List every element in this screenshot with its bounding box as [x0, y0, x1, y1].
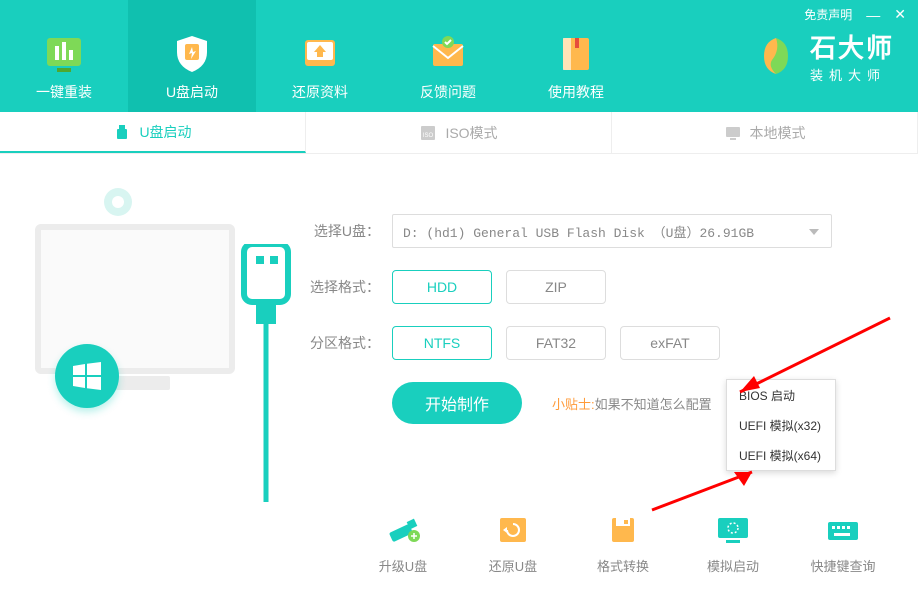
nav-feedback[interactable]: 反馈问题 [384, 0, 512, 112]
shield-icon [171, 32, 213, 74]
subtab-usb-boot[interactable]: U盘启动 [0, 112, 306, 153]
envelope-icon [427, 32, 469, 74]
subtab-iso[interactable]: ISO ISO模式 [306, 112, 612, 153]
start-button[interactable]: 开始制作 [392, 382, 522, 424]
simulate-popup: BIOS 启动 UEFI 模拟(x32) UEFI 模拟(x64) [726, 379, 836, 471]
disclaimer-link[interactable]: 免责声明 [804, 6, 852, 23]
popup-uefi-x64[interactable]: UEFI 模拟(x64) [727, 440, 835, 470]
tool-simulate[interactable]: 模拟启动 [698, 514, 768, 575]
subtab-label: U盘启动 [139, 122, 191, 142]
nav-label: U盘启动 [166, 82, 218, 102]
usb-select-value: D: (hd1) General USB Flash Disk （U盘）26.9… [403, 222, 754, 241]
popup-uefi-x32[interactable]: UEFI 模拟(x32) [727, 410, 835, 440]
usb-icon [113, 123, 131, 141]
format-options: HDD ZIP [392, 270, 606, 304]
bar-chart-icon [43, 32, 85, 74]
row-select-usb: 选择U盘： D: (hd1) General USB Flash Disk （U… [300, 214, 888, 248]
upload-box-icon [299, 32, 341, 74]
simulate-icon [714, 514, 752, 546]
nav-label: 使用教程 [548, 82, 604, 102]
subtabs: U盘启动 ISO ISO模式 本地模式 [0, 112, 918, 154]
partition-fat32[interactable]: FAT32 [506, 326, 606, 360]
tools-row: 升级U盘 还原U盘 格式转换 模拟启动 快捷键查询 [0, 494, 918, 591]
nav-label: 一键重装 [36, 82, 92, 102]
svg-text:ISO: ISO [423, 133, 434, 139]
illustration [30, 184, 300, 484]
nav-tutorial[interactable]: 使用教程 [512, 0, 640, 112]
subtab-label: ISO模式 [445, 123, 497, 143]
header: 免责声明 ― ✕ 一键重装 U盘启动 还原资料 反馈问题 使用教程 [0, 0, 918, 112]
format-zip[interactable]: ZIP [506, 270, 606, 304]
usb-upgrade-icon [384, 514, 422, 546]
gear-icon [100, 184, 136, 220]
usb-select[interactable]: D: (hd1) General USB Flash Disk （U盘）26.9… [392, 214, 832, 248]
tool-label: 格式转换 [597, 556, 649, 575]
partition-exfat[interactable]: exFAT [620, 326, 720, 360]
format-label: 选择格式： [300, 277, 380, 297]
restore-icon [494, 514, 532, 546]
tool-label: 模拟启动 [707, 556, 759, 575]
nav-usb-boot[interactable]: U盘启动 [128, 0, 256, 112]
iso-icon: ISO [419, 124, 437, 142]
format-hdd[interactable]: HDD [392, 270, 492, 304]
tool-upgrade[interactable]: 升级U盘 [368, 514, 438, 575]
nav-label: 反馈问题 [420, 82, 476, 102]
popup-bios[interactable]: BIOS 启动 [727, 380, 835, 410]
close-button[interactable]: ✕ [894, 6, 906, 23]
row-format: 选择格式： HDD ZIP [300, 270, 888, 304]
window-controls: 免责声明 ― ✕ [804, 6, 906, 23]
partition-ntfs[interactable]: NTFS [392, 326, 492, 360]
windows-icon [55, 344, 119, 408]
nav-label: 还原资料 [292, 82, 348, 102]
brand-subtitle: 装机大师 [810, 65, 894, 84]
tool-format-convert[interactable]: 格式转换 [588, 514, 658, 575]
book-icon [555, 32, 597, 74]
tip-body: 如果不知道怎么配置 [595, 397, 712, 412]
tool-label: 升级U盘 [379, 556, 427, 575]
row-partition: 分区格式： NTFS FAT32 exFAT [300, 326, 888, 360]
brand-text: 石大师 装机大师 [810, 28, 894, 84]
subtab-label: 本地模式 [750, 123, 806, 143]
brand-logo-icon [752, 32, 800, 80]
subtab-local[interactable]: 本地模式 [612, 112, 918, 153]
select-usb-label: 选择U盘： [300, 221, 380, 241]
tool-label: 还原U盘 [489, 556, 537, 575]
tool-hotkey[interactable]: 快捷键查询 [808, 514, 878, 575]
minimize-button[interactable]: ― [866, 7, 880, 23]
brand-title: 石大师 [810, 28, 894, 65]
usb-cable-graphic [226, 244, 306, 504]
tool-restore-usb[interactable]: 还原U盘 [478, 514, 548, 575]
nav-restore[interactable]: 还原资料 [256, 0, 384, 112]
nav-reinstall[interactable]: 一键重装 [0, 0, 128, 112]
tip-label: 小贴士: [552, 397, 595, 412]
disk-icon [604, 514, 642, 546]
monitor-icon [724, 124, 742, 142]
partition-label: 分区格式： [300, 333, 380, 353]
keyboard-icon [824, 514, 862, 546]
tool-label: 快捷键查询 [810, 556, 875, 575]
partition-options: NTFS FAT32 exFAT [392, 326, 720, 360]
